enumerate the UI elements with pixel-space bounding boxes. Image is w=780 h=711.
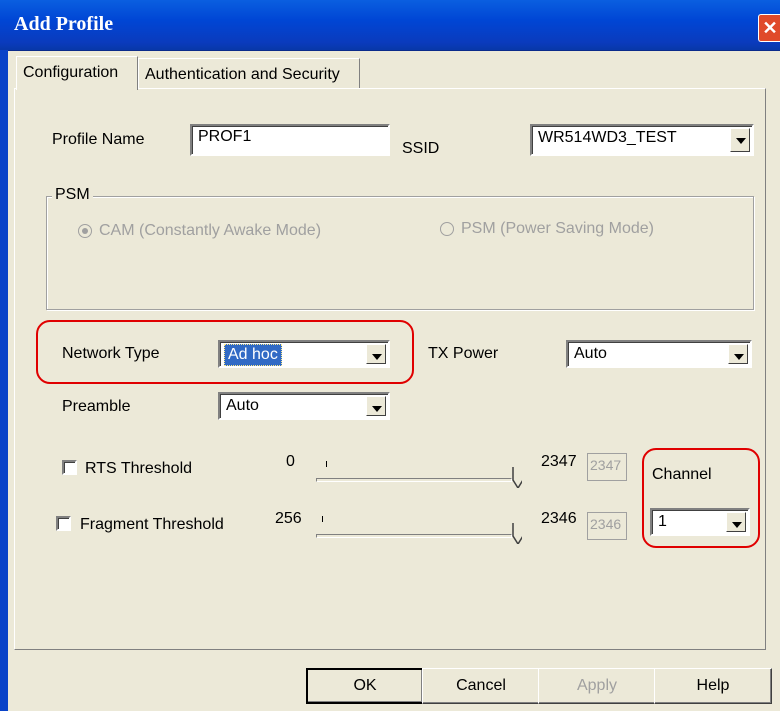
rts-slider-thumb[interactable]: [512, 466, 522, 488]
chevron-down-icon[interactable]: [728, 344, 748, 364]
ssid-combo[interactable]: WR514WD3_TEST: [530, 124, 754, 156]
fragment-slider-tick: [322, 516, 323, 522]
fragment-checkbox[interactable]: [56, 516, 71, 531]
tab-configuration-label: Configuration: [23, 64, 119, 81]
ssid-label: SSID: [402, 140, 440, 157]
channel-combo[interactable]: 1: [650, 508, 750, 536]
network-type-label: Network Type: [62, 345, 160, 362]
psm-groupbox: [46, 196, 754, 310]
channel-value: 1: [658, 513, 667, 530]
profile-name-input[interactable]: PROF1: [190, 124, 390, 156]
title-bar: [0, 0, 780, 51]
fragment-slider-thumb[interactable]: [512, 522, 522, 544]
tx-power-combo[interactable]: Auto: [566, 340, 752, 368]
rts-slider-tick: [326, 461, 327, 467]
apply-button-label: Apply: [576, 677, 618, 694]
rts-label: RTS Threshold: [85, 460, 193, 477]
cancel-button-label: Cancel: [456, 677, 506, 694]
chevron-down-icon[interactable]: [726, 512, 746, 532]
cam-radio[interactable]: [78, 224, 92, 238]
fragment-label: Fragment Threshold: [80, 516, 224, 533]
profile-name-value: PROF1: [198, 128, 252, 145]
rts-value: 2347: [590, 457, 622, 473]
help-button-label: Help: [696, 677, 730, 694]
cam-label: CAM (Constantly Awake Mode): [99, 222, 322, 239]
profile-name-label: Profile Name: [52, 131, 145, 148]
fragment-max-label: 2346: [541, 510, 577, 527]
psm-radio[interactable]: [440, 222, 454, 236]
fragment-value: 2346: [590, 516, 622, 532]
chevron-down-icon[interactable]: [730, 128, 750, 152]
fragment-min-label: 256: [275, 510, 302, 527]
ok-button-label: OK: [353, 677, 377, 694]
chevron-down-icon[interactable]: [366, 344, 386, 364]
network-type-combo[interactable]: Ad hoc: [218, 340, 390, 368]
ssid-value: WR514WD3_TEST: [538, 129, 677, 146]
window-title: Add Profile: [14, 13, 114, 35]
tx-power-label: TX Power: [428, 345, 499, 362]
close-icon: ✕: [762, 18, 778, 38]
rts-min-label: 0: [286, 453, 295, 470]
rts-checkbox[interactable]: [62, 460, 77, 475]
fragment-slider-track[interactable]: [316, 534, 512, 538]
help-button[interactable]: Help: [654, 668, 772, 704]
preamble-label: Preamble: [62, 398, 131, 415]
rts-value-box: 2347: [587, 453, 627, 481]
tab-authentication-security-label: Authentication and Security: [145, 66, 340, 83]
tx-power-value: Auto: [574, 345, 607, 362]
psm-group-label: PSM: [52, 186, 93, 204]
fragment-value-box: 2346: [587, 512, 627, 540]
rts-slider-track[interactable]: [316, 478, 512, 482]
psm-label: PSM (Power Saving Mode): [461, 220, 654, 237]
window-frame-left: [0, 50, 8, 711]
cancel-button[interactable]: Cancel: [422, 668, 540, 704]
tab-configuration[interactable]: Configuration: [16, 56, 138, 90]
rts-max-label: 2347: [541, 453, 577, 470]
preamble-value: Auto: [226, 397, 259, 414]
ok-button[interactable]: OK: [306, 668, 424, 704]
channel-label: Channel: [652, 466, 712, 483]
preamble-combo[interactable]: Auto: [218, 392, 390, 420]
network-type-value: Ad hoc: [224, 344, 282, 366]
chevron-down-icon[interactable]: [366, 396, 386, 416]
apply-button[interactable]: Apply: [538, 668, 656, 704]
close-button[interactable]: ✕: [758, 14, 780, 42]
tab-authentication-security[interactable]: Authentication and Security: [138, 58, 360, 90]
